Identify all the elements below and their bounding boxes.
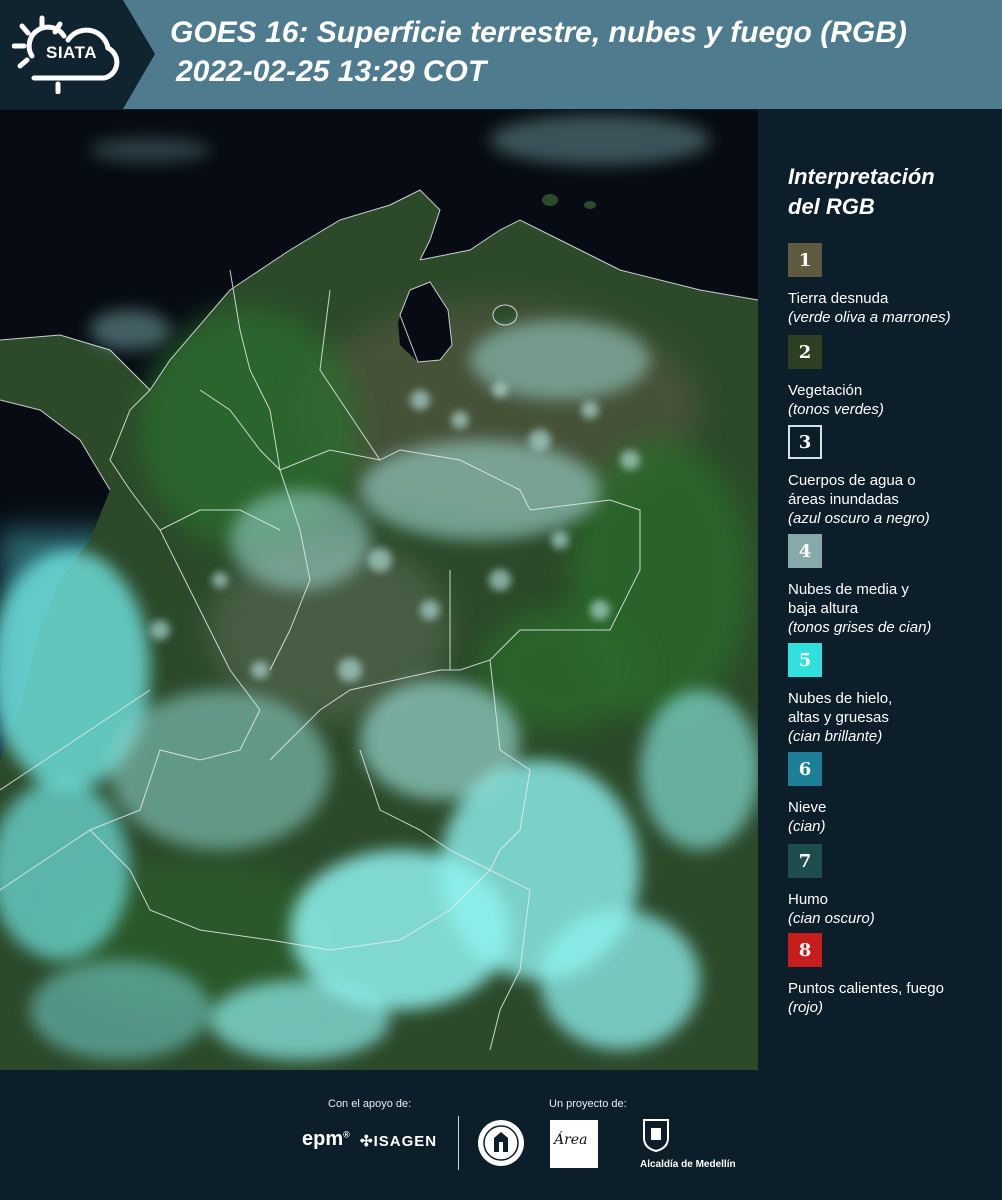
legend-label: Humo [788, 891, 829, 908]
legend-description: (cian oscuro) [788, 910, 875, 927]
legend-title-line1: Interpretación [788, 164, 935, 189]
legend-item-nieve: 6 Nieve (cian) [788, 752, 998, 836]
page-title: GOES 16: Superficie terrestre, nubes y f… [170, 16, 907, 49]
footer: Con el apoyo de: Un proyecto de: epm® ✣I… [0, 1070, 1002, 1200]
alcaldia-shield-icon [643, 1119, 669, 1152]
legend-label: Cuerpos de agua o áreas inundadas [788, 472, 916, 508]
legend-panel: Interpretación del RGB 1 Tierra desnuda … [776, 110, 996, 1070]
legend-item-nubes-media: 4 Nubes de media y baja altura (tonos gr… [788, 534, 998, 637]
legend-label: Tierra desnuda [788, 290, 889, 307]
university-seal-icon [478, 1120, 524, 1166]
legend-item-nubes-hielo: 5 Nubes de hielo, altas y gruesas (cian … [788, 643, 998, 746]
legend-title: Interpretación del RGB [788, 162, 988, 222]
isagen-logo-text: ISAGEN [373, 1133, 438, 1150]
legend-swatch: 3 [788, 425, 822, 459]
legend-description: (tonos grises de cian) [788, 619, 932, 636]
legend-item-cuerpos-de-agua: 3 Cuerpos de agua o áreas inundadas (azu… [788, 425, 998, 528]
legend-item-tierra-desnuda: 1 Tierra desnuda (verde oliva a marrones… [788, 243, 998, 327]
legend-description: (rojo) [788, 999, 824, 1016]
footer-divider [458, 1116, 459, 1170]
legend-swatch: 2 [788, 335, 822, 369]
epm-logo-text: epm [302, 1128, 344, 1150]
timestamp: 2022-02-25 13:29 COT [176, 55, 487, 88]
legend-description: (verde oliva a marrones) [788, 309, 951, 326]
legend-swatch: 4 [788, 534, 822, 568]
legend-title-line2: del RGB [788, 194, 875, 219]
isagen-logo: ✣ISAGEN [360, 1133, 438, 1150]
legend-swatch: 6 [788, 752, 822, 786]
legend-label: Nubes de media y baja altura [788, 581, 909, 617]
rgb-composite-image [0, 110, 758, 1070]
area-metropolitana-logo-text: Área [554, 1132, 588, 1148]
legend-label: Nubes de hielo, altas y gruesas [788, 690, 893, 726]
legend-description: (cian brillante) [788, 728, 883, 745]
support-label: Con el apoyo de: [328, 1098, 412, 1110]
siata-logo: SIATA [0, 0, 155, 109]
epm-logo: epm® [302, 1128, 350, 1150]
legend-description: (tonos verdes) [788, 401, 884, 418]
legend-item-humo: 7 Humo (cian oscuro) [788, 844, 998, 928]
legend-label: Puntos calientes, fuego [788, 980, 944, 997]
legend-swatch: 7 [788, 844, 822, 878]
alcaldia-logo-text: Alcaldía de Medellín [640, 1159, 736, 1170]
legend-label: Vegetación [788, 382, 863, 399]
legend-swatch: 1 [788, 243, 822, 277]
legend-item-fuego: 8 Puntos calientes, fuego (rojo) [788, 933, 998, 1017]
legend-description: (cian) [788, 818, 826, 835]
project-label: Un proyecto de: [549, 1098, 627, 1110]
siata-logo-text: SIATA [46, 43, 97, 62]
header-bar: SIATA GOES 16: Superficie terrestre, nub… [0, 0, 1002, 109]
legend-swatch: 8 [788, 933, 822, 967]
legend-item-vegetacion: 2 Vegetación (tonos verdes) [788, 335, 998, 419]
legend-label: Nieve [788, 799, 827, 816]
legend-swatch: 5 [788, 643, 822, 677]
legend-description: (azul oscuro a negro) [788, 510, 930, 527]
satellite-image-map [0, 110, 758, 1070]
